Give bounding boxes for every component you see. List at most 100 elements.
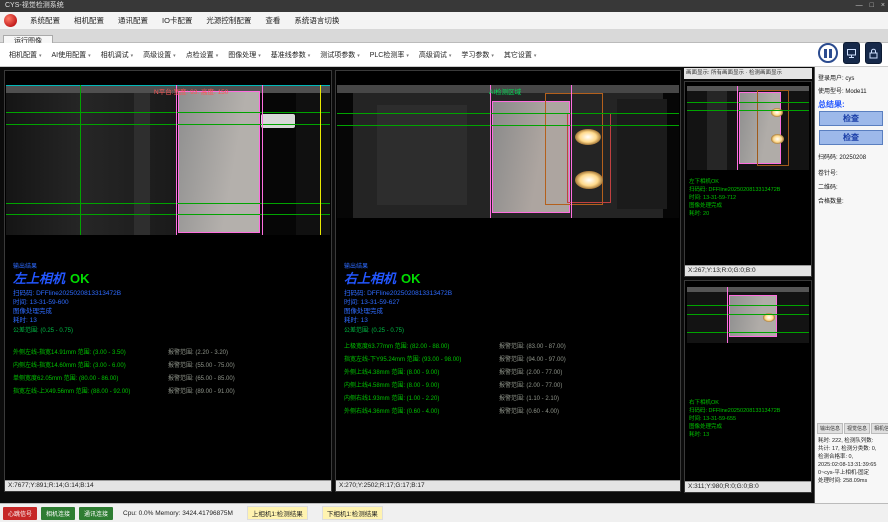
status-bar: 心跳信号 相机连接 通讯连接 Cpu: 0.0% Memory: 3424.41… <box>0 503 888 522</box>
coordinate-bar-small-top: X:267;Y:13;R:0;G:0;B:0 <box>685 265 811 276</box>
measurement-list-right: 上极宽度63.77mm 范围: (82.00 - 88.00) 报警范围: (8… <box>344 341 676 419</box>
toolbar-item[interactable]: AI使用配置 <box>47 50 96 60</box>
alarm-range: 报警范围: (1.10 - 2.10) <box>499 393 559 406</box>
measurement-value: 内侧右线1.93mm 范围: (1.00 - 2.20) <box>344 393 499 406</box>
info-tabs: 输出信息视觉信息相机信息 <box>817 423 888 434</box>
measurement-row: 指宽左线-上X49.56mm 范围: (88.00 - 92.00) 报警范围:… <box>13 386 327 399</box>
menu-item[interactable]: 光源控制配置 <box>199 15 258 26</box>
result-status-box: 检查 <box>819 111 883 126</box>
measurement-list-left: 外侧左线-指宽14.91mm 范围: (3.00 - 3.50) 报警范围: (… <box>13 347 327 399</box>
result-line: 左下相机OK <box>689 178 809 186</box>
toolbar-item[interactable]: 测试项参数 <box>315 50 365 60</box>
camera-name: 右上相机 <box>344 271 396 286</box>
barcode-row: 扫码码: 20250208 <box>818 152 886 161</box>
window-controls: — □ × <box>856 0 885 12</box>
menu-item[interactable]: 相机配置 <box>67 15 111 26</box>
measurement-value: 外侧右线4.36mm 范围: (0.60 - 4.00) <box>344 406 499 419</box>
toolbar-item[interactable]: 其它设置 <box>499 50 542 60</box>
info-panel: 登录用户: cys 使用型号: Mode11 总结果: 检查检查 扫码码: 20… <box>814 67 888 503</box>
info-tab[interactable]: 相机信息 <box>871 423 888 434</box>
measurement-row: 内侧右线1.93mm 范围: (1.00 - 2.20) 报警范围: (1.10… <box>344 393 676 406</box>
overlay-line <box>490 85 491 218</box>
overlay-line <box>687 314 809 315</box>
status-line: 图像处理完成 <box>344 307 452 316</box>
ok-status: OK <box>401 271 421 286</box>
menu-item[interactable]: 通讯配置 <box>111 15 155 26</box>
menu-item[interactable]: 系统语言切换 <box>287 15 346 26</box>
camera-result-title: 右上相机 OK <box>344 271 452 287</box>
model-row: 使用型号: Mode11 <box>818 86 886 95</box>
coordinate-bar-left: X:7677;Y:891;R:14;G:14;B:14 <box>5 480 331 491</box>
monitor-button[interactable] <box>843 42 860 64</box>
overlay-line <box>320 85 321 235</box>
result-line: 图像处理完成 <box>689 202 809 210</box>
overlay-line <box>727 287 728 343</box>
machine-rail <box>687 287 809 292</box>
result-line: 扫码码: DFFline2025020813313472B <box>689 407 809 415</box>
window-title: CYS-视觉检测系统 <box>5 2 64 9</box>
title-bar: CYS-视觉检测系统 — □ × <box>0 0 888 12</box>
overlay-line <box>687 110 809 111</box>
bright-spot <box>771 134 784 144</box>
info-tab[interactable]: 视觉信息 <box>844 423 870 434</box>
alarm-range: 报警范围: (2.00 - 77.00) <box>499 380 562 393</box>
alarm-range: 报警范围: (2.20 - 3.20) <box>168 347 228 360</box>
overlay-line <box>687 332 809 333</box>
overlay-line <box>337 125 679 126</box>
close-icon[interactable]: × <box>881 0 885 12</box>
camera-panel-right-bottom: 右下相机OK扫码码: DFFline2025020813313472B时间: 1… <box>684 280 812 493</box>
measurement-value: 内侧上线4.58mm 范围: (8.00 - 9.00) <box>344 380 499 393</box>
stat-line: 检测合格率: 0, <box>818 453 887 461</box>
alarm-range: 报警范围: (0.60 - 4.00) <box>499 406 559 419</box>
upper-camera-result: 上相机1:检测结果 <box>247 506 308 520</box>
measurement-row: 单侧宽度62.05mm 范围: (80.00 - 86.00) 报警范围: (6… <box>13 373 327 386</box>
alarm-range: 报警范围: (55.00 - 75.00) <box>168 360 235 373</box>
camera-control-buttons <box>818 41 882 65</box>
camera-image-right: AI检测区域 <box>337 85 679 218</box>
toolbar-item[interactable]: 点检设置 <box>181 50 224 60</box>
camera-result-title: 左上相机 OK <box>13 271 121 287</box>
minimize-icon[interactable]: — <box>856 0 863 12</box>
elapsed-line: 耗时: 13 <box>344 316 452 325</box>
menu-item[interactable]: 系统配置 <box>23 15 67 26</box>
toolbar-item[interactable]: PLC检测率 <box>365 50 414 60</box>
login-value: cys <box>845 76 854 82</box>
reel-label: 卷针号: <box>818 168 886 177</box>
maximize-icon[interactable]: □ <box>870 0 874 12</box>
roi-red-box <box>567 113 611 203</box>
toolbar-item[interactable]: 高级设置 <box>138 50 181 60</box>
measurement-row: 内侧左线-指宽14.60mm 范围: (3.00 - 6.00) 报警范围: (… <box>13 360 327 373</box>
login-row: 登录用户: cys <box>818 73 886 82</box>
coordinate-bar-right: X:270;Y:2502;R:17;G:17;B:17 <box>336 480 680 491</box>
lock-button[interactable] <box>865 42 882 64</box>
result-line: 时间: 13-31-59-712 <box>689 194 809 202</box>
result-line: 耗时: 13 <box>689 431 809 439</box>
barcode-line: 扫码码: DFFline2025020813313472B <box>13 289 121 298</box>
heartbeat-badge: 心跳信号 <box>3 507 37 520</box>
bright-spot <box>575 171 603 189</box>
toolbar-item[interactable]: 相机配置 <box>4 50 47 60</box>
elapsed-line: 耗时: 13 <box>13 316 121 325</box>
toolbar-item[interactable]: 相机调试 <box>96 50 139 60</box>
pause-button[interactable] <box>818 43 838 63</box>
menu-items: 系统配置相机配置通讯配置IO卡配置光源控制配置查看系统语言切换 <box>23 15 346 26</box>
toolbar-item[interactable]: 高级调试 <box>414 50 457 60</box>
camera-name: 左上相机 <box>13 271 65 286</box>
measurement-value: 上极宽度63.77mm 范围: (82.00 - 88.00) <box>344 341 499 354</box>
toolbar-item[interactable]: 学习参数 <box>456 50 499 60</box>
stat-line: 0~cys-平上相机-固定 <box>818 469 887 477</box>
ok-status: OK <box>70 271 90 286</box>
result-line: 扫码码: DFFline2025020813313472B <box>689 186 809 194</box>
result-line: 耗时: 20 <box>689 210 809 218</box>
measurement-row: 内侧上线4.58mm 范围: (8.00 - 9.00) 报警范围: (2.00… <box>344 380 676 393</box>
qr-label: 二维码: <box>818 182 886 191</box>
toolbar-item[interactable]: 基准线参数 <box>266 50 316 60</box>
toolbar-item[interactable]: 图像处理 <box>223 50 266 60</box>
menu-item[interactable]: 查看 <box>258 15 287 26</box>
stat-line: 共计: 17, 检测分类数: 0, <box>818 445 887 453</box>
total-result-label: 总结果: <box>818 99 886 110</box>
info-tab[interactable]: 输出信息 <box>817 423 843 434</box>
measurement-value: 外侧上线4.38mm 范围: (8.00 - 9.00) <box>344 367 499 380</box>
connector-part <box>261 114 295 128</box>
menu-item[interactable]: IO卡配置 <box>155 15 199 26</box>
